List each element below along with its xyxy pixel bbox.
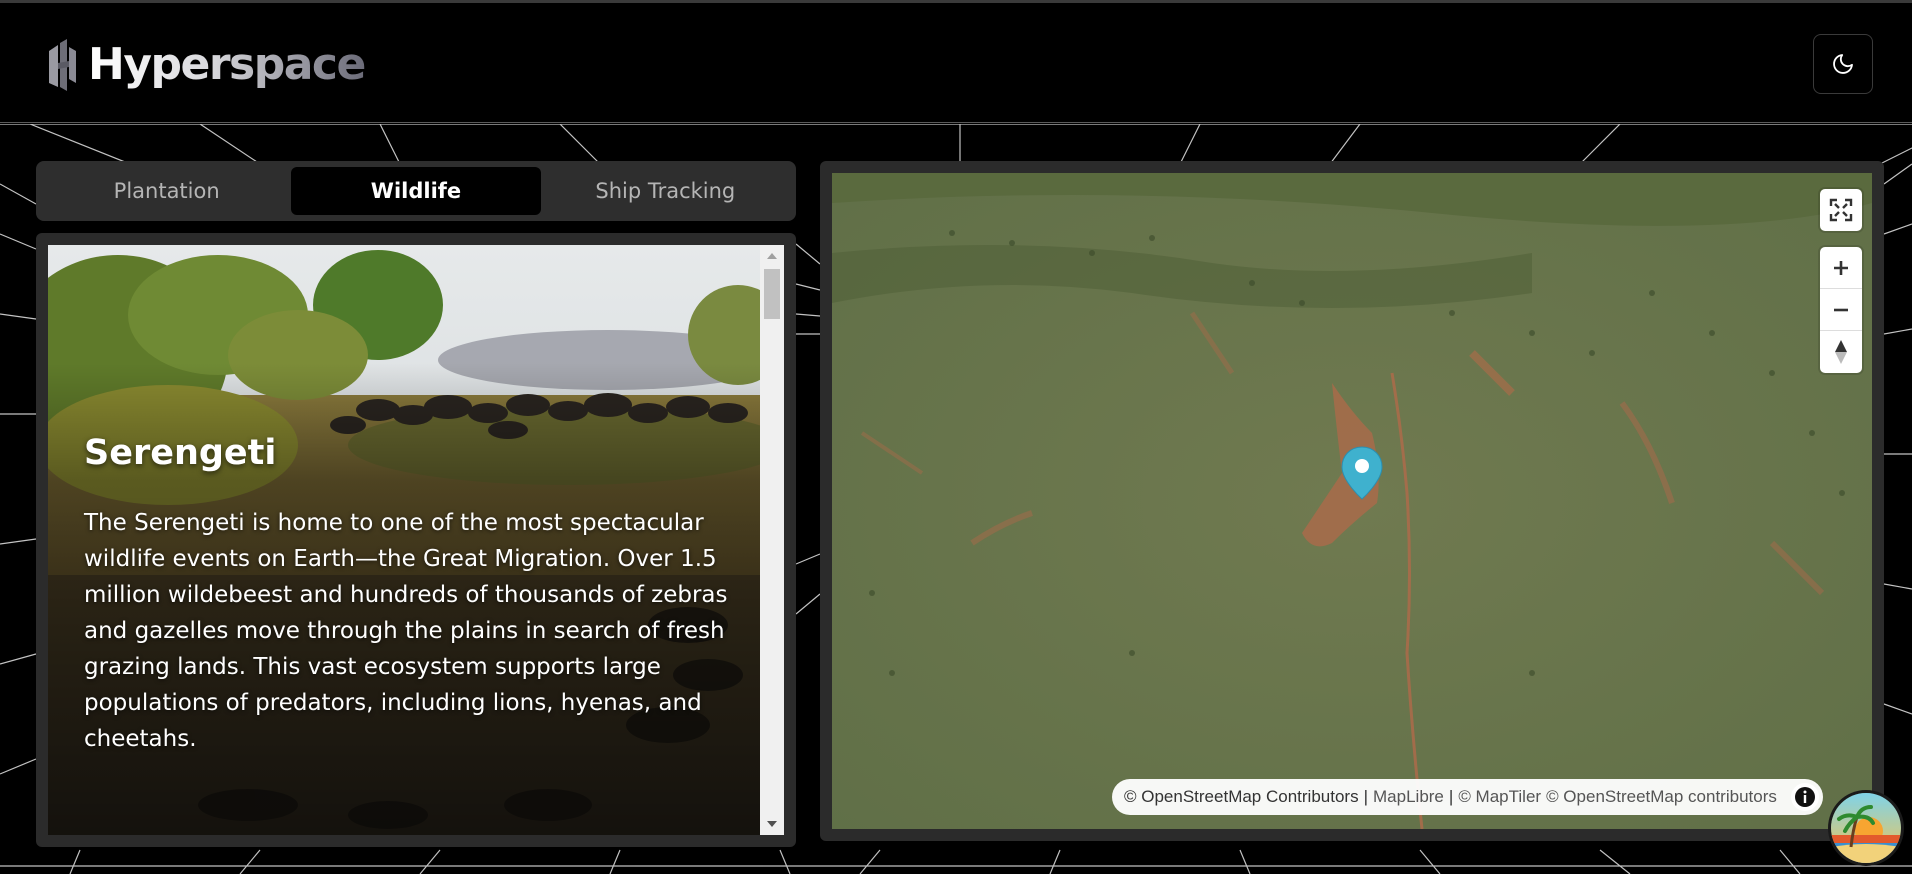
- map-pin-icon[interactable]: [1340, 445, 1384, 501]
- tab-plantation[interactable]: Plantation: [42, 167, 291, 215]
- floating-action-button[interactable]: [1831, 793, 1901, 863]
- location-info-panel: Serengeti The Serengeti is home to one o…: [36, 233, 796, 847]
- maptiler-link[interactable]: © MapTiler: [1458, 787, 1541, 807]
- tab-ship-tracking[interactable]: Ship Tracking: [541, 167, 790, 215]
- app-logo[interactable]: Hyperspace: [46, 37, 366, 93]
- info-icon: [1794, 787, 1815, 807]
- fullscreen-icon: [1829, 198, 1853, 222]
- location-title: Serengeti: [84, 433, 277, 473]
- satellite-terrain: [832, 173, 1872, 829]
- navigation-control: [1820, 247, 1862, 373]
- scroll-down-arrow-icon[interactable]: [760, 815, 784, 833]
- zoom-in-button[interactable]: [1820, 247, 1862, 289]
- map-panel: © OpenStreetMap Contributors | MapLibre …: [820, 161, 1884, 841]
- app-header: Hyperspace: [0, 3, 1912, 123]
- minus-icon: [1834, 308, 1848, 311]
- compass-icon: [1835, 340, 1847, 364]
- app-name: Hyperspace: [88, 37, 366, 93]
- fullscreen-control: [1820, 189, 1862, 231]
- moon-icon: [1833, 54, 1853, 74]
- zoom-out-button[interactable]: [1820, 289, 1862, 331]
- maplibre-link[interactable]: MapLibre: [1373, 787, 1444, 807]
- reset-bearing-button[interactable]: [1820, 331, 1862, 373]
- fullscreen-button[interactable]: [1820, 189, 1862, 231]
- location-card: Serengeti The Serengeti is home to one o…: [48, 245, 760, 835]
- card-scrollbar[interactable]: [760, 245, 784, 835]
- category-tabs: Plantation Wildlife Ship Tracking: [36, 161, 796, 221]
- satellite-map[interactable]: © OpenStreetMap Contributors | MapLibre …: [832, 173, 1872, 829]
- location-description: The Serengeti is home to one of the most…: [84, 510, 728, 752]
- theme-toggle-button[interactable]: [1813, 34, 1873, 94]
- map-attribution: © OpenStreetMap Contributors | MapLibre …: [1112, 779, 1823, 815]
- scroll-thumb[interactable]: [764, 269, 780, 319]
- scroll-up-arrow-icon[interactable]: [760, 247, 784, 265]
- attribution-separator: |: [1448, 787, 1454, 806]
- hyperspace-logo-icon: [49, 39, 76, 91]
- attribution-separator: |: [1363, 787, 1369, 806]
- tab-wildlife[interactable]: Wildlife: [291, 167, 541, 215]
- osm-contributors-link-2[interactable]: © OpenStreetMap contributors: [1546, 787, 1777, 807]
- plus-icon: [1834, 260, 1848, 275]
- beach-sunset-icon: [1831, 793, 1901, 863]
- osm-contributors-link[interactable]: © OpenStreetMap Contributors: [1124, 787, 1359, 807]
- attribution-toggle-button[interactable]: [1790, 783, 1819, 811]
